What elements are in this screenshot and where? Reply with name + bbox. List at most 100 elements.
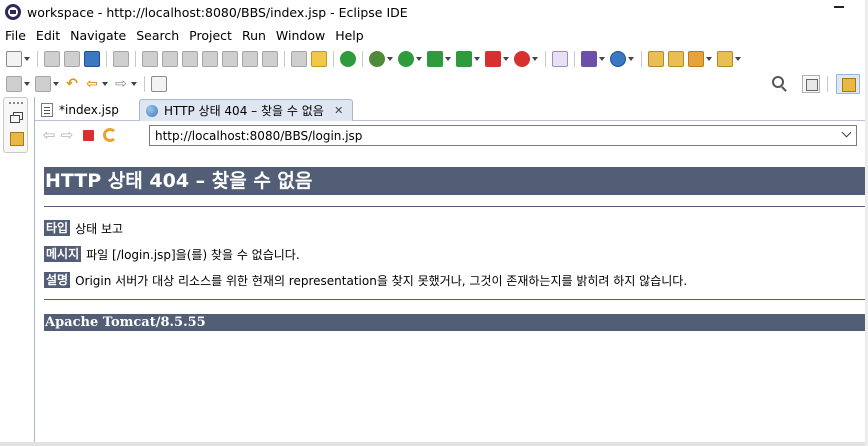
run-icon[interactable] xyxy=(398,51,414,67)
browser-content: HTTP 상태 404 – 찾을 수 없음 타입 상태 보고 메시지 파일 [/… xyxy=(35,149,868,442)
refresh-server-icon[interactable] xyxy=(340,51,356,67)
launch-icon[interactable] xyxy=(688,51,704,67)
toolbar-separator xyxy=(333,51,334,67)
skip-breakpoints-icon[interactable] xyxy=(113,51,129,67)
run-last-tool-icon[interactable] xyxy=(456,51,472,67)
new-icon[interactable] xyxy=(6,51,22,67)
java-ee-perspective-icon[interactable] xyxy=(836,74,860,94)
chevron-down-icon[interactable] xyxy=(841,127,852,138)
use-step-filters-icon[interactable] xyxy=(291,51,307,67)
stop-server-icon[interactable] xyxy=(485,51,501,67)
open-type-icon[interactable] xyxy=(552,51,568,67)
step-into-icon[interactable] xyxy=(222,51,238,67)
back-arrow-icon[interactable]: ⇦ xyxy=(41,126,57,144)
menu-edit[interactable]: Edit xyxy=(31,26,65,46)
toolbar-separator xyxy=(106,51,107,67)
eclipse-logo-icon xyxy=(5,4,21,20)
next-annotation-icon[interactable] xyxy=(6,76,22,92)
toolbar-separator xyxy=(144,76,145,92)
pin-editor-icon[interactable] xyxy=(151,76,167,92)
error-message-row: 메시지 파일 [/login.jsp]을(를) 찾을 수 없습니다. xyxy=(44,246,300,262)
menu-help[interactable]: Help xyxy=(330,26,369,46)
stop-dropdown-icon[interactable] xyxy=(503,57,509,61)
run-dropdown-icon[interactable] xyxy=(416,57,422,61)
last-edit-location-icon[interactable]: ↶ xyxy=(64,76,80,92)
save-icon[interactable] xyxy=(44,51,60,67)
debug-icon[interactable] xyxy=(369,51,385,67)
stop-icon[interactable] xyxy=(83,129,94,141)
error-heading: HTTP 상태 404 – 찾을 수 없음 xyxy=(44,167,868,195)
left-trim-stack xyxy=(0,97,32,442)
menu-search[interactable]: Search xyxy=(131,26,184,46)
toolbar-separator xyxy=(362,51,363,67)
open-perspective-icon[interactable] xyxy=(802,75,820,93)
url-input[interactable] xyxy=(150,126,830,145)
message-label: 메시지 xyxy=(44,246,82,262)
editor-tab-bar: *index.jsp HTTP 상태 404 – 찾을 수 없음 ✕ xyxy=(35,97,868,121)
back-dropdown-icon[interactable] xyxy=(102,82,108,86)
drag-handle-icon[interactable] xyxy=(9,102,23,104)
open-folder-icon[interactable] xyxy=(648,51,664,67)
globe-icon xyxy=(146,104,158,117)
search-icon[interactable] xyxy=(772,76,784,88)
new-dropdown-icon[interactable] xyxy=(24,57,30,61)
browser-toolbar: ⇦ ⇨ xyxy=(35,121,868,149)
menu-run[interactable]: Run xyxy=(237,26,271,46)
open-resource-icon[interactable] xyxy=(717,51,733,67)
step-over-icon[interactable] xyxy=(242,51,258,67)
editor-area: *index.jsp HTTP 상태 404 – 찾을 수 없음 ✕ ⇦ ⇨ H… xyxy=(34,97,868,442)
new-java-class-icon[interactable] xyxy=(581,51,597,67)
web-service-dropdown-icon[interactable] xyxy=(628,57,634,61)
terminate-icon[interactable] xyxy=(182,51,198,67)
divider xyxy=(44,206,868,207)
back-icon[interactable]: ⇦ xyxy=(84,76,100,92)
minimize-window-button[interactable] xyxy=(834,6,844,8)
description-value: Origin 서버가 대상 리소스를 위한 현재의 representation… xyxy=(75,273,688,288)
previous-annotation-dropdown-icon[interactable] xyxy=(53,82,59,86)
save-all-icon[interactable] xyxy=(64,51,80,67)
profile-icon[interactable] xyxy=(514,51,530,67)
tab-http-404[interactable]: HTTP 상태 404 – 찾을 수 없음 ✕ xyxy=(139,99,353,121)
menu-bar: File Edit Navigate Search Project Run Wi… xyxy=(0,26,369,46)
step-return-icon[interactable] xyxy=(262,51,278,67)
resource-dropdown-icon[interactable] xyxy=(735,57,741,61)
drop-to-frame-icon[interactable] xyxy=(311,51,327,67)
profile-dropdown-icon[interactable] xyxy=(532,57,538,61)
menu-window[interactable]: Window xyxy=(271,26,330,46)
server-footer: Apache Tomcat/8.5.55 xyxy=(44,314,868,331)
run-last-tool-dropdown-icon[interactable] xyxy=(474,57,480,61)
resume-icon[interactable] xyxy=(142,51,158,67)
next-annotation-dropdown-icon[interactable] xyxy=(24,82,30,86)
tab-label: *index.jsp xyxy=(59,103,119,117)
restore-icon[interactable] xyxy=(10,112,23,123)
open-project-icon[interactable] xyxy=(668,51,684,67)
tab-index-jsp[interactable]: *index.jsp xyxy=(35,99,139,121)
description-label: 설명 xyxy=(44,272,71,288)
disconnect-icon[interactable] xyxy=(202,51,218,67)
previous-annotation-icon[interactable] xyxy=(35,76,51,92)
coverage-dropdown-icon[interactable] xyxy=(445,57,451,61)
menu-navigate[interactable]: Navigate xyxy=(65,26,131,46)
forward-icon[interactable]: ⇨ xyxy=(113,76,129,92)
toolbar-separator xyxy=(827,76,828,92)
forward-dropdown-icon[interactable] xyxy=(131,82,137,86)
toolbar-separator xyxy=(37,51,38,67)
refresh-icon[interactable] xyxy=(103,128,117,142)
project-explorer-icon[interactable] xyxy=(10,132,24,146)
forward-arrow-icon[interactable]: ⇨ xyxy=(59,126,75,144)
menu-project[interactable]: Project xyxy=(184,26,237,46)
launch-dropdown-icon[interactable] xyxy=(706,57,712,61)
coverage-icon[interactable] xyxy=(427,51,443,67)
jsp-file-icon xyxy=(41,103,53,117)
suspend-icon[interactable] xyxy=(162,51,178,67)
debug-dropdown-icon[interactable] xyxy=(387,57,393,61)
new-web-service-icon[interactable] xyxy=(610,51,626,67)
new-class-dropdown-icon[interactable] xyxy=(599,57,605,61)
menu-file[interactable]: File xyxy=(0,26,31,46)
tab-label: HTTP 상태 404 – 찾을 수 없음 xyxy=(164,104,324,118)
minimized-view-stack xyxy=(3,97,28,153)
type-value: 상태 보고 xyxy=(75,221,124,236)
open-console-icon[interactable] xyxy=(84,51,100,67)
close-icon[interactable]: ✕ xyxy=(334,104,344,117)
divider xyxy=(44,299,868,300)
